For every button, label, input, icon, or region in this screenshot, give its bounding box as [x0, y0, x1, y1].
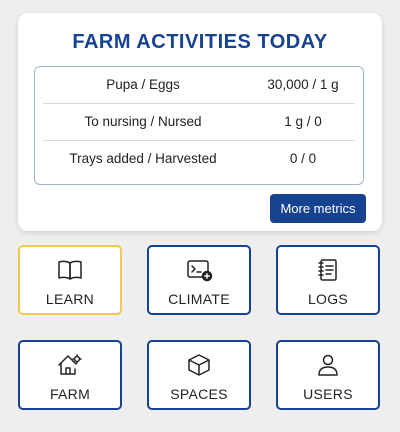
metric-row: Trays added / Harvested 0 / 0 — [43, 141, 355, 177]
metric-label: Trays added / Harvested — [69, 151, 217, 166]
terminal-add-icon — [185, 258, 213, 282]
more-metrics-button[interactable]: More metrics — [270, 194, 366, 223]
users-tile[interactable]: USERS — [276, 340, 380, 410]
metric-value: 0 / 0 — [289, 151, 317, 166]
metrics-table: Pupa / Eggs 30,000 / 1 g To nursing / Nu… — [34, 66, 364, 185]
metric-label: Pupa / Eggs — [106, 77, 180, 92]
learn-tile[interactable]: LEARN — [18, 245, 122, 315]
metric-label: To nursing / Nursed — [84, 114, 202, 129]
logs-tile[interactable]: LOGS — [276, 245, 380, 315]
metric-row: To nursing / Nursed 1 g / 0 — [43, 104, 355, 141]
tile-label: USERS — [303, 386, 353, 402]
spaces-tile[interactable]: SPACES — [147, 340, 251, 410]
book-icon — [56, 258, 84, 282]
farm-activities-card: FARM ACTIVITIES TODAY Pupa / Eggs 30,000… — [18, 13, 382, 231]
house-gear-icon — [56, 353, 84, 377]
tile-label: SPACES — [170, 386, 228, 402]
tile-label: CLIMATE — [168, 291, 230, 307]
metric-row: Pupa / Eggs 30,000 / 1 g — [43, 67, 355, 104]
notebook-icon — [314, 258, 342, 282]
user-icon — [314, 353, 342, 377]
metric-value: 1 g / 0 — [284, 114, 322, 129]
farm-tile[interactable]: FARM — [18, 340, 122, 410]
metric-value: 30,000 / 1 g — [267, 77, 339, 92]
panel-title: FARM ACTIVITIES TODAY — [72, 31, 328, 53]
box-icon — [185, 353, 213, 377]
tile-label: LOGS — [307, 291, 349, 307]
tile-label: LEARN — [45, 291, 95, 307]
climate-tile[interactable]: CLIMATE — [147, 245, 251, 315]
tile-label: FARM — [49, 386, 91, 402]
